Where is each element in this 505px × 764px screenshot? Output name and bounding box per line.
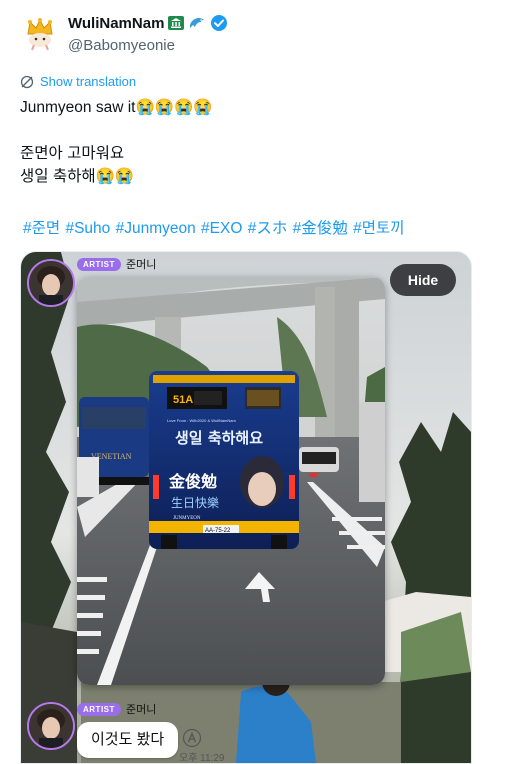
hashtag-link[interactable]: #EXO — [201, 220, 242, 237]
artist-avatar-top[interactable] — [27, 259, 75, 307]
artist-photo — [29, 261, 73, 305]
bank-flag-icon — [168, 16, 185, 30]
bus-chinese-subtitle: 生日快樂 — [171, 495, 219, 510]
hide-button[interactable]: Hide — [390, 264, 456, 296]
author-handle[interactable]: @Babomyeonie — [68, 37, 175, 54]
hashtag-link[interactable]: #Suho — [65, 220, 110, 237]
hashtag-link[interactable]: #준면 — [23, 220, 60, 237]
hashtag-link[interactable]: #면토끼 — [353, 220, 404, 237]
show-translation-link[interactable]: Show translation — [20, 74, 136, 89]
tweet-media[interactable]: VENETIAN 51A Love From : With2020 & Wuli… — [20, 251, 472, 764]
hashtag-link[interactable]: #Junmyeon — [116, 220, 196, 237]
author-name-row: WuliNamNam — [68, 14, 228, 32]
bus-license-plate: AA-75-22 — [205, 528, 231, 534]
artist-badge-top: ARTIST — [77, 258, 121, 271]
sender-name-bottom: 준머니 — [126, 704, 157, 716]
tweet-line-3: 생일 축하해😭😭 — [20, 168, 135, 185]
artist-avatar-bottom[interactable] — [27, 702, 75, 750]
dolphin-icon — [190, 17, 205, 28]
hashtag-link[interactable]: #金俊勉 — [293, 220, 348, 237]
globe-icon — [20, 75, 34, 88]
hashtag-list: #준면 #Suho #Junmyeon #EXO #スホ #金俊勉 #면토끼 — [23, 216, 405, 238]
message-bubble: 이것도 봤다 — [77, 722, 179, 758]
sender-name-top: 준머니 — [126, 259, 157, 271]
bus-chinese-name: 金俊勉 — [168, 472, 217, 491]
bus-from-text: Love From : With2020 & WuliNamNam — [167, 418, 237, 423]
bus-english-name: JUNMYEON — [173, 516, 201, 521]
artist-badge-bottom: ARTIST — [77, 703, 121, 716]
author-display-name[interactable]: WuliNamNam — [68, 15, 164, 32]
artist-photo — [29, 704, 73, 748]
story-image[interactable]: VENETIAN 51A Love From : With2020 & Wuli… — [77, 277, 385, 685]
show-translation-label[interactable]: Show translation — [40, 74, 136, 89]
bus-banner-text: 생일 축하해요 — [175, 429, 263, 447]
bus-route-number: 51A — [173, 394, 193, 406]
author-avatar[interactable] — [20, 12, 60, 52]
verified-badge-icon — [211, 15, 228, 31]
tweet-text: Junmyeon saw it😭😭😭😭 준면아 고마워요생일 축하해😭😭 — [20, 96, 480, 188]
tweet-line-1: Junmyeon saw it😭😭😭😭 — [20, 99, 213, 116]
hashtag-link[interactable]: #スホ — [248, 220, 288, 237]
bus-photo: VENETIAN 51A Love From : With2020 & Wuli… — [77, 277, 385, 685]
crown-avatar-icon — [27, 18, 53, 51]
font-a-icon — [182, 728, 202, 748]
tweet-line-2: 준면아 고마워요 — [20, 145, 125, 162]
